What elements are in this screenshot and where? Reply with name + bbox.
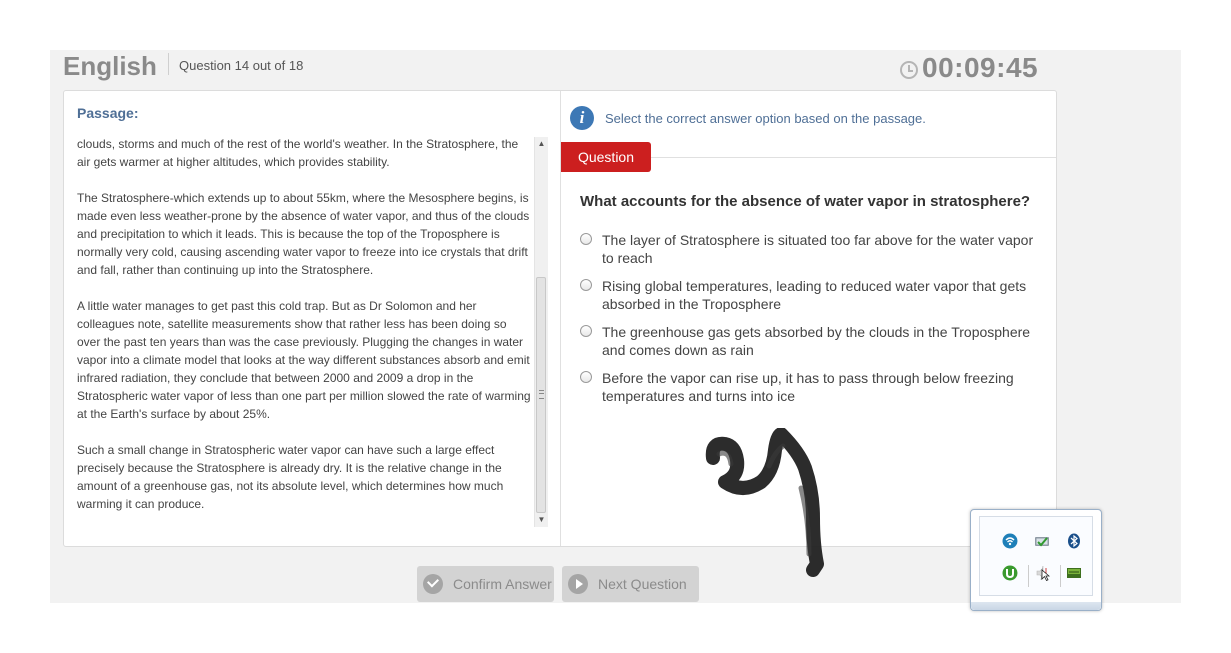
passage-paragraph: clouds, storms and much of the rest of t…: [77, 137, 519, 169]
passage-paragraph: The Stratosphere-which extends up to abo…: [77, 191, 530, 277]
passage-text: clouds, storms and much of the rest of t…: [77, 135, 531, 531]
answer-options: The layer of Stratosphere is situated to…: [580, 231, 1040, 415]
next-question-button[interactable]: Next Question: [562, 566, 699, 602]
scroll-up-arrow-icon[interactable]: ▲: [535, 137, 548, 151]
question-tab: Question: [561, 142, 651, 172]
next-question-label: Next Question: [598, 576, 687, 592]
tray-divider: [1060, 565, 1061, 587]
radio-button[interactable]: [580, 233, 592, 245]
tray-divider: [1028, 565, 1029, 587]
question-text: What accounts for the absence of water v…: [580, 193, 1031, 210]
volume-icon[interactable]: [1034, 565, 1050, 581]
system-tray-popup: [970, 509, 1102, 611]
scrollbar-grip-icon: [539, 390, 544, 399]
timer: 00:09:45: [900, 52, 1038, 84]
confirm-answer-button[interactable]: Confirm Answer: [417, 566, 554, 602]
scrollbar-thumb[interactable]: [536, 277, 546, 513]
passage-paragraph: Such a small change in Stratospheric wat…: [77, 443, 504, 511]
question-card: Passage: clouds, storms and much of the …: [63, 90, 1057, 547]
radio-button[interactable]: [580, 325, 592, 337]
timer-text: 00:09:45: [922, 52, 1039, 83]
answer-option-4[interactable]: Before the vapor can rise up, it has to …: [580, 369, 1040, 405]
drive-icon[interactable]: [1066, 565, 1082, 581]
passage-panel: Passage: clouds, storms and much of the …: [64, 91, 561, 546]
tray-icons-panel: [979, 516, 1093, 596]
radio-button[interactable]: [580, 371, 592, 383]
answer-option-2[interactable]: Rising global temperatures, leading to r…: [580, 277, 1040, 313]
answer-option-label: Rising global temperatures, leading to r…: [602, 278, 1027, 312]
passage-paragraph: A little water manages to get past this …: [77, 299, 531, 421]
passage-scrollbar[interactable]: ▲ ▼: [534, 137, 548, 527]
utorrent-icon[interactable]: [1002, 565, 1018, 581]
bluetooth-icon[interactable]: [1066, 533, 1082, 549]
question-counter: Question 14 out of 18: [179, 58, 304, 73]
handwritten-scribble-mark: [705, 428, 824, 577]
checkmark-icon: [423, 574, 443, 594]
answer-option-label: Before the vapor can rise up, it has to …: [602, 370, 1014, 404]
network-check-icon[interactable]: [1034, 533, 1050, 549]
play-arrow-icon: [568, 574, 588, 594]
info-icon: i: [570, 106, 594, 130]
header-divider: [168, 53, 169, 75]
wifi-icon[interactable]: [1002, 533, 1018, 549]
radio-button[interactable]: [580, 279, 592, 291]
subject-title: English: [63, 51, 157, 81]
answer-option-3[interactable]: The greenhouse gas gets absorbed by the …: [580, 323, 1040, 359]
clock-icon: [900, 61, 918, 79]
scroll-down-arrow-icon[interactable]: ▼: [535, 513, 548, 527]
confirm-answer-label: Confirm Answer: [453, 576, 552, 592]
tray-bottom-strip: [971, 602, 1101, 610]
answer-option-label: The layer of Stratosphere is situated to…: [602, 232, 1034, 266]
answer-option-label: The greenhouse gas gets absorbed by the …: [602, 324, 1031, 358]
answer-option-1[interactable]: The layer of Stratosphere is situated to…: [580, 231, 1040, 267]
passage-label: Passage:: [77, 105, 139, 121]
instruction-text: Select the correct answer option based o…: [605, 111, 926, 126]
exam-app: English Question 14 out of 18 00:09:45 P…: [50, 50, 1181, 611]
